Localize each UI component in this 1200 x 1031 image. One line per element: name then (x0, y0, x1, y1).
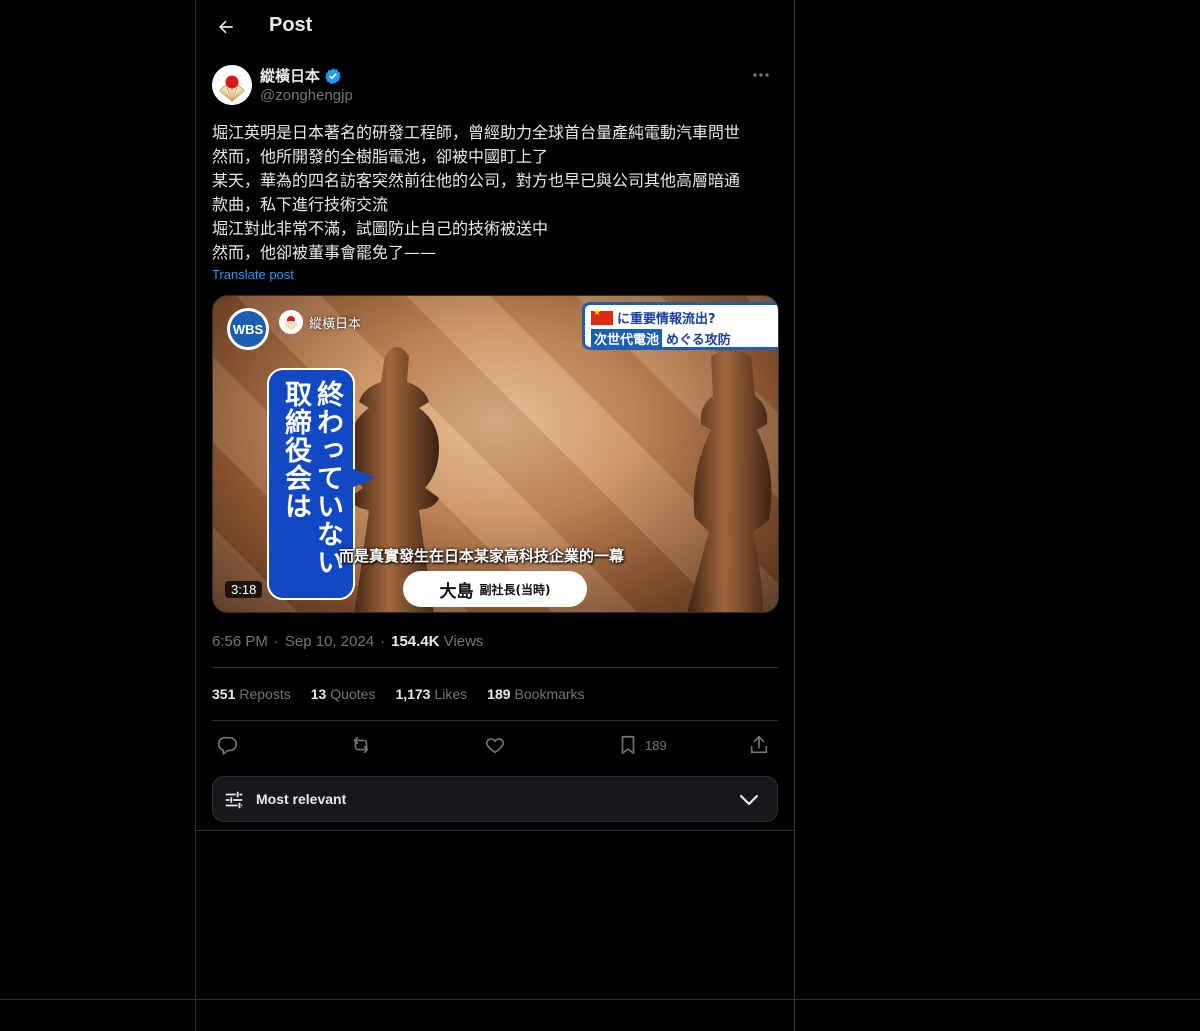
post-date[interactable]: Sep 10, 2024 (285, 633, 374, 650)
more-options-button[interactable] (744, 64, 778, 86)
bookmarks-count: 189 (487, 686, 511, 702)
post-time[interactable]: 6:56 PM (212, 633, 268, 650)
post-line: 堀江英明是日本著名的研發工程師，曾經助力全球首台量產純電動汽車問世 (212, 123, 741, 142)
back-button[interactable] (208, 9, 244, 45)
share-button[interactable] (748, 731, 770, 759)
fan-logo-icon (212, 65, 252, 105)
banner-line1: に重要情報流出? (617, 312, 716, 327)
name-row: 縱橫日本 (260, 65, 342, 86)
separator: · (273, 633, 279, 650)
bookmark-icon (621, 735, 635, 755)
video-duration: 3:18 (225, 581, 263, 598)
bookmarks-label: Bookmarks (514, 686, 585, 702)
quotes-count: 13 (310, 686, 327, 702)
bookmarks-stat[interactable]: 189 Bookmarks (487, 686, 584, 702)
engagement-stats: 351 Reposts 13 Quotes 1,173 Likes 189 Bookma… (212, 686, 585, 702)
nameplate-role: 副社長(当時) (479, 582, 551, 597)
news-banner: に重要情報流出? 次世代電池 めぐる攻防 (582, 302, 778, 350)
reposts-label: Reposts (239, 686, 291, 702)
banner-rest: めぐる攻防 (666, 333, 731, 348)
quotes-label: Quotes (330, 686, 376, 702)
page-title: Post (269, 14, 313, 36)
watermark-text: 縱橫日本 (309, 316, 362, 332)
separator: · (380, 633, 386, 650)
post-line: 然而，他卻被董事會罷免了—— (212, 243, 437, 262)
post-line: 然而，他所開發的全樹脂電池，卻被中國盯上了 (212, 147, 549, 166)
bookmark-count: 189 (645, 737, 667, 753)
post-line: 款曲，私下進行技術交流 (212, 195, 389, 214)
china-flag-icon (591, 308, 613, 325)
header: Post (196, 0, 794, 54)
fan-logo-icon (279, 310, 303, 334)
divider (212, 720, 778, 721)
bubble-text-col1: 取締役会は (280, 380, 311, 520)
reposts-stat[interactable]: 351 Reposts (212, 686, 291, 702)
more-dots-icon (753, 73, 769, 77)
display-name[interactable]: 縱橫日本 (260, 65, 320, 86)
likes-stat[interactable]: 1,173 Likes (395, 686, 467, 702)
post-column: Post 縱橫日本 @zonghengjp 堀江英明是日本著名的研發工程師，曾經… (195, 0, 795, 1031)
reposts-count: 351 (212, 686, 236, 702)
sort-label: Most relevant (256, 791, 347, 807)
nameplate-name: 大島 (439, 581, 474, 602)
video-player[interactable]: WBS 縱橫日本 に重要情報流出? 次世代電池 めぐる攻防 取締役会は 終わって… (212, 295, 779, 613)
post-author: 縱橫日本 @zonghengjp (212, 64, 778, 108)
views-count: 154.4K (391, 633, 440, 650)
wbs-logo: WBS (227, 308, 269, 350)
likes-count: 1,173 (395, 686, 431, 702)
repost-button[interactable] (350, 731, 372, 759)
divider (212, 667, 778, 668)
sliders-icon (225, 791, 243, 809)
quotes-stat[interactable]: 13 Quotes (311, 686, 376, 702)
handle[interactable]: @zonghengjp (260, 87, 353, 104)
action-bar: 189 (212, 731, 778, 759)
reply-icon (217, 736, 237, 755)
video-subtitle: 而是真實發生在日本某家高科技企業的一幕 (339, 547, 625, 565)
reply-button[interactable] (216, 731, 238, 759)
post-meta: 6:56 PM · Sep 10, 2024 · 154.4K Views (212, 633, 483, 650)
channel-watermark: 縱橫日本 (279, 310, 361, 334)
heart-icon (485, 738, 505, 754)
bookmark-button[interactable]: 189 (617, 731, 667, 759)
nameplate: 大島 副社長(当時) (403, 571, 587, 607)
like-button[interactable] (484, 731, 506, 759)
arrow-left-icon (219, 20, 233, 34)
post-text: 堀江英明是日本著名的研發工程師，曾經助力全球首台量產純電動汽車問世 然而，他所開… (212, 121, 782, 265)
repost-icon (353, 736, 369, 754)
verified-badge-icon (325, 67, 341, 84)
share-icon (750, 735, 768, 754)
views-label: Views (443, 633, 484, 650)
translate-post-link[interactable]: Translate post (212, 267, 294, 282)
banner-highlight: 次世代電池 (591, 329, 663, 348)
likes-label: Likes (434, 686, 468, 702)
divider (0, 999, 1200, 1000)
chevron-down-icon (739, 794, 759, 806)
post-line: 堀江對此非常不滿，試圖防止自己的技術被送中 (212, 219, 549, 238)
reply-sort-dropdown[interactable]: Most relevant (212, 776, 778, 822)
divider (196, 830, 794, 831)
post-line: 某天，華為的四名訪客突然前往他的公司，對方也早已與公司其他高層暗通 (212, 171, 741, 190)
avatar[interactable] (212, 65, 252, 105)
views[interactable]: 154.4K Views (391, 633, 483, 650)
